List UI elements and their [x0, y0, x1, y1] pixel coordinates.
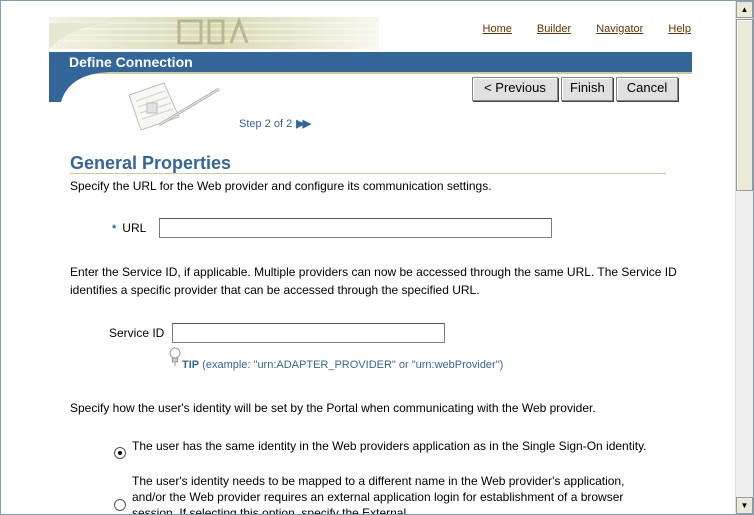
- tip-text: (example: "urn:ADAPTER_PROVIDER" or "urn…: [199, 359, 504, 371]
- previous-button[interactable]: < Previous: [472, 77, 558, 101]
- service-intro: Enter the Service ID, if applicable. Mul…: [70, 265, 677, 297]
- vertical-scrollbar[interactable]: ▲ ▼: [735, 1, 753, 514]
- service-id-tip: TIP (example: "urn:ADAPTER_PROVIDER" or …: [182, 359, 503, 371]
- cancel-button[interactable]: Cancel: [616, 77, 678, 101]
- double-chevron-icon: ▶▶: [296, 118, 311, 130]
- global-nav: Home Builder Navigator Help: [461, 23, 691, 35]
- title-underline: [49, 72, 692, 74]
- url-input[interactable]: [159, 218, 552, 238]
- tip-label: TIP: [182, 359, 200, 371]
- mapped-identity-radio[interactable]: [114, 499, 126, 511]
- title-curve-decoration: [49, 72, 109, 102]
- page-frame: Home Builder Navigator Help Define Conne…: [0, 0, 754, 515]
- section-title: General Properties: [70, 153, 232, 173]
- section-intro: Specify the URL for the Web provider and…: [70, 179, 492, 193]
- wizard-buttons: < Previous Finish Cancel: [472, 77, 681, 101]
- same-identity-option-label: The user has the same identity in the We…: [132, 439, 647, 453]
- page-title: Define Connection: [69, 54, 193, 70]
- portal-logo: [49, 17, 379, 49]
- mapped-identity-option-label: The user's identity needs to be mapped t…: [132, 474, 625, 515]
- title-bar: Define Connection: [49, 52, 692, 74]
- same-identity-radio[interactable]: [114, 447, 126, 459]
- url-label-group: * URL: [112, 221, 146, 235]
- service-id-label: Service ID: [109, 326, 165, 340]
- section-divider: [70, 173, 666, 174]
- required-icon: *: [112, 223, 117, 235]
- lightbulb-icon: [169, 347, 181, 366]
- scroll-up-icon[interactable]: ▲: [736, 1, 753, 18]
- help-link[interactable]: Help: [668, 23, 691, 35]
- identity-intro: Specify how the user's identity will be …: [70, 401, 596, 415]
- finish-button[interactable]: Finish: [561, 77, 613, 101]
- scroll-thumb[interactable]: [736, 19, 753, 191]
- home-link[interactable]: Home: [483, 23, 512, 35]
- step-indicator: Step 2 of 2 ▶▶: [239, 117, 311, 130]
- builder-link[interactable]: Builder: [537, 23, 571, 35]
- scroll-down-icon[interactable]: ▼: [736, 497, 753, 514]
- service-id-input[interactable]: [172, 323, 445, 343]
- step-text: Step 2 of 2: [239, 118, 293, 130]
- url-label: URL: [122, 221, 147, 235]
- navigator-link[interactable]: Navigator: [596, 23, 643, 35]
- wizard-illustration-icon: [128, 82, 220, 131]
